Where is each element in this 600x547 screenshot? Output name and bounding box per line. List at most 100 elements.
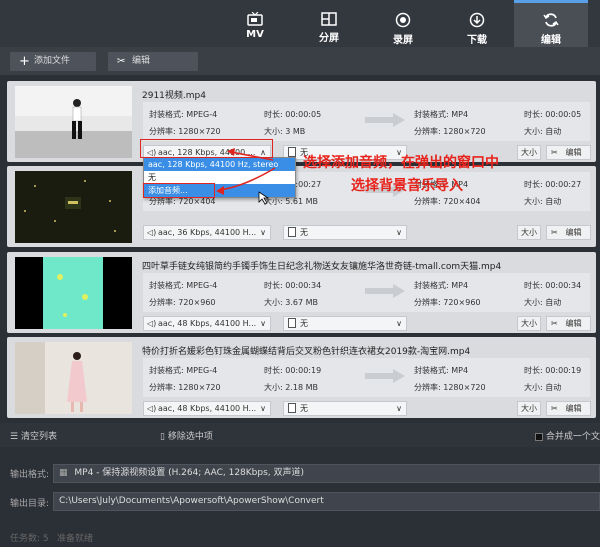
size-label: 大小: <box>264 127 283 136</box>
source-duration: 00:00:19 <box>285 366 322 375</box>
duration-label: 时长: <box>264 281 283 290</box>
file-name: 四叶草手链女纯银简约手镯手饰生日纪念礼物送女友镶施华洛世奇链-tmall.com… <box>142 262 502 272</box>
file-name: 特价打折名媛彩色钉珠金属蝴蝶结背后交叉粉色针织连衣裙女2019款-淘宝网.mp4 <box>142 347 471 357</box>
source-size: 3.67 MB <box>285 298 318 307</box>
tab-download[interactable]: 下载 <box>440 0 514 47</box>
target-format: MP4 <box>451 366 469 375</box>
audio-track-value: aac, 48 Kbps, 44100 H... <box>158 404 257 413</box>
file-info: 封装格式: MPEG-4 时长: 00:00:05 分辨率: 1280×720 … <box>143 102 590 141</box>
size-label: 大小: <box>264 383 283 392</box>
target-size: 自动 <box>545 197 562 206</box>
output-dir-field[interactable]: C:\Users\July\Documents\Apowersoft\Apowe… <box>53 492 600 511</box>
edit-button[interactable]: ✂ 编辑 <box>546 145 591 160</box>
file-name: 2911视频.mp4 <box>142 91 206 101</box>
merge-checkbox[interactable]: 合并成一个文 <box>535 429 600 442</box>
edit-label: 编辑 <box>565 228 582 237</box>
audio-track-select[interactable]: ◁) aac, 36 Kbps, 44100 H... ∨ <box>143 225 271 240</box>
video-thumbnail <box>15 86 132 158</box>
list-item[interactable]: 四叶草手链女纯银简约手镯手饰生日纪念礼物送女友镶施华洛世奇链-tmall.com… <box>7 252 596 333</box>
tv-icon <box>247 12 263 26</box>
target-resolution: 1280×720 <box>443 383 486 392</box>
resolution-label: 分辨率: <box>149 197 176 206</box>
chevron-down-icon: ∨ <box>396 404 402 413</box>
remove-selected-label: 移除选中项 <box>167 432 213 442</box>
output-dir-value: C:\Users\July\Documents\Apowersoft\Apowe… <box>59 496 324 506</box>
subtitle-value: 无 <box>300 228 308 237</box>
size-label: 大小: <box>264 298 283 307</box>
resolution-label: 分辨率: <box>149 298 176 307</box>
duration-label: 时长: <box>524 110 543 119</box>
format-label: 封装格式: <box>149 366 184 375</box>
clear-list-button[interactable]: ☰ 清空列表 <box>10 429 57 442</box>
source-duration: 00:00:05 <box>285 110 322 119</box>
film-icon: ▦ <box>59 468 68 478</box>
edit-button[interactable]: ✂ 编辑 <box>546 316 591 331</box>
source-format: MPEG-4 <box>186 281 218 290</box>
size-button[interactable]: 大小 <box>517 225 541 240</box>
duration-label: 时长: <box>264 110 283 119</box>
format-label: 封装格式: <box>414 110 449 119</box>
resolution-label: 分辨率: <box>414 127 441 136</box>
subtitle-icon <box>288 318 296 328</box>
tab-label: 下载 <box>467 35 487 46</box>
duration-label: 时长: <box>524 281 543 290</box>
audio-track-select[interactable]: ◁) aac, 48 Kbps, 44100 H... ∨ <box>143 316 271 331</box>
duration-label: 时长: <box>524 366 543 375</box>
audio-track-select[interactable]: ◁) aac, 48 Kbps, 44100 H... ∨ <box>143 401 271 416</box>
clear-list-label: 清空列表 <box>20 432 57 442</box>
target-duration: 00:00:19 <box>545 366 582 375</box>
target-format: MP4 <box>451 110 469 119</box>
format-label: 封装格式: <box>149 281 184 290</box>
target-resolution: 720×404 <box>443 197 481 206</box>
list-item[interactable]: 特价打折名媛彩色钉珠金属蝴蝶结背后交叉粉色针织连衣裙女2019款-淘宝网.mp4… <box>7 337 596 418</box>
output-format-field[interactable]: ▦ MP4 - 保持源视频设置 (H.264; AAC, 128Kbps, 双声… <box>53 464 600 483</box>
chevron-down-icon: ∨ <box>396 228 402 237</box>
arrow-right-icon <box>365 113 405 127</box>
subtitle-select[interactable]: 无 ∨ <box>283 401 407 416</box>
tab-label: MV <box>246 29 264 40</box>
remove-selected-button[interactable]: ▯ 移除选中项 <box>160 429 213 442</box>
duration-label: 时长: <box>264 366 283 375</box>
annotation-text-line1: 选择添加音频，在弹出的窗口中 <box>303 155 499 171</box>
video-thumbnail <box>15 257 132 329</box>
subtitle-select[interactable]: 无 ∨ <box>283 225 407 240</box>
edit-label: 编辑 <box>565 319 582 328</box>
size-button[interactable]: 大小 <box>517 316 541 331</box>
chevron-down-icon: ∨ <box>260 319 266 328</box>
size-button[interactable]: 大小 <box>517 145 541 160</box>
edit-button[interactable]: ✂ 编辑 <box>546 225 591 240</box>
target-format: MP4 <box>451 281 469 290</box>
edit-label: 编辑 <box>565 404 582 413</box>
file-info: 封装格式: MPEG-4 时长: 00:00:34 分辨率: 720×960 大… <box>143 273 590 312</box>
checkbox-box <box>535 432 543 441</box>
output-settings: 输出格式: ▦ MP4 - 保持源视频设置 (H.264; AAC, 128Kb… <box>0 447 600 547</box>
video-thumbnail <box>15 342 132 414</box>
source-format: MPEG-4 <box>186 366 218 375</box>
tab-split-screen[interactable]: 分屏 <box>292 0 366 47</box>
subtitle-value: 无 <box>300 404 308 413</box>
edit-button[interactable]: ✂ 编辑 <box>546 401 591 416</box>
add-file-label: 添加文件 <box>34 56 71 66</box>
target-duration: 00:00:27 <box>545 180 582 189</box>
tab-mv[interactable]: MV <box>218 0 292 47</box>
tab-edit[interactable]: 编辑 <box>514 0 588 47</box>
target-size: 自动 <box>545 127 562 136</box>
tab-label: 编辑 <box>541 35 561 46</box>
resolution-label: 分辨率: <box>414 298 441 307</box>
source-resolution: 720×960 <box>178 298 216 307</box>
format-label: 封装格式: <box>149 110 184 119</box>
format-label: 封装格式: <box>414 366 449 375</box>
subtitle-select[interactable]: 无 ∨ <box>283 316 407 331</box>
add-file-button[interactable]: + 添加文件 <box>10 52 96 71</box>
audio-track-value: aac, 48 Kbps, 44100 H... <box>158 319 257 328</box>
arrow-right-icon <box>365 369 405 383</box>
tab-record[interactable]: 录屏 <box>366 0 440 47</box>
edit-toolbar-button[interactable]: ✂ 编辑 <box>108 52 198 71</box>
merge-label: 合并成一个文 <box>545 432 600 442</box>
video-thumbnail <box>15 171 132 243</box>
list-icon: ☰ <box>10 432 19 442</box>
output-format-value: MP4 - 保持源视频设置 (H.264; AAC, 128Kbps, 双声道) <box>74 468 305 478</box>
source-resolution: 720×404 <box>178 197 216 206</box>
chevron-down-icon: ∨ <box>260 228 266 237</box>
size-button[interactable]: 大小 <box>517 401 541 416</box>
